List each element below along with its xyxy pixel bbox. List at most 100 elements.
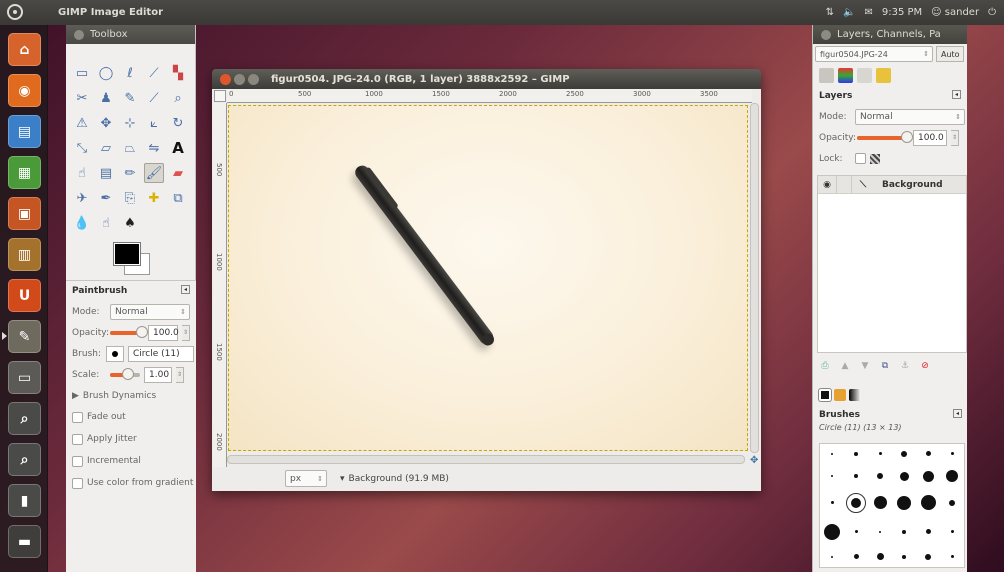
home-folder-icon[interactable]: ⌂ [8, 33, 41, 66]
eraser-icon[interactable]: ▰ [168, 163, 188, 183]
bucket-fill-icon[interactable]: ▤ [96, 163, 116, 183]
raise-layer-icon[interactable]: ▲ [839, 360, 851, 372]
apply-jitter-label[interactable]: Apply Jitter [87, 434, 137, 444]
clock[interactable]: 9:35 PM [882, 7, 922, 18]
blur-icon[interactable]: 💧 [72, 213, 92, 233]
layer-list[interactable]: ◉ ⟍ Background [817, 175, 967, 353]
layer-opacity-spinner[interactable]: ⇕ [951, 129, 959, 146]
dock-titlebar[interactable]: Layers, Channels, Pa [813, 25, 967, 44]
tab-layers[interactable] [819, 67, 834, 83]
ubuntu-one-icon[interactable]: U [8, 279, 41, 312]
brush-preset[interactable] [902, 529, 906, 534]
volume-icon[interactable]: 🔈 [843, 7, 855, 18]
image-window-titlebar[interactable]: figur0504. JPG-24.0 (RGB, 1 layer) 3888x… [212, 69, 761, 89]
visibility-eye-icon[interactable]: ◉ [818, 180, 836, 190]
opacity-spinner[interactable]: ⇕ [182, 324, 190, 341]
brush-preset[interactable] [950, 452, 954, 456]
brush-preset[interactable] [897, 495, 911, 510]
auto-button[interactable]: Auto [936, 46, 964, 62]
tab-gradients[interactable] [849, 389, 861, 401]
firefox-icon[interactable]: ◉ [8, 74, 41, 107]
brush-preset[interactable] [830, 501, 834, 505]
panel-menu-icon[interactable]: ◂ [952, 90, 961, 99]
tab-brushes[interactable] [819, 389, 831, 401]
brush-preset[interactable] [876, 553, 884, 561]
brush-preset[interactable] [854, 451, 858, 456]
navigate-icon[interactable]: ✥ [750, 455, 758, 466]
brush-preset[interactable] [877, 473, 883, 480]
dodge-burn-icon[interactable]: ♠ [120, 213, 140, 233]
toolbox-titlebar[interactable]: Toolbox [66, 25, 195, 44]
brush-preset[interactable] [899, 471, 909, 481]
new-layer-icon[interactable]: ⎙ [819, 360, 831, 372]
fg-bg-colors[interactable] [114, 243, 154, 277]
airbrush-icon[interactable]: ✈ [72, 188, 92, 208]
paintbrush-icon[interactable]: 🖌 [144, 163, 164, 183]
calc-icon[interactable]: ▦ [8, 156, 41, 189]
brush-preset[interactable] [831, 475, 833, 478]
brush-preset[interactable] [950, 555, 954, 559]
fuzzy-select-icon[interactable]: ⟋ [144, 63, 164, 83]
vertical-scrollbar[interactable] [750, 103, 759, 453]
layer-row[interactable]: ◉ ⟍ Background [818, 175, 966, 194]
use-gradient-label[interactable]: Use color from gradient [87, 478, 193, 488]
close-icon[interactable] [220, 73, 231, 85]
heal-icon[interactable]: ✚ [144, 188, 164, 208]
quick-mask-corner[interactable] [214, 90, 226, 102]
close-icon[interactable] [821, 29, 831, 40]
chain-toggle[interactable] [836, 175, 852, 194]
incremental-row[interactable]: Incremental [66, 450, 196, 472]
messages-icon[interactable]: ✉ [864, 7, 872, 18]
smudge-icon[interactable]: ☝ [96, 213, 116, 233]
horizontal-scrollbar[interactable] [227, 455, 745, 464]
brush-dynamics-label[interactable]: Brush Dynamics [83, 391, 156, 401]
layer-opacity-field[interactable]: 100.0 [913, 129, 947, 146]
brush-preset[interactable] [854, 530, 858, 534]
network-icon[interactable]: ⇅ [826, 7, 834, 18]
ellipse-select-icon[interactable]: ◯ [96, 63, 116, 83]
power-icon[interactable]: ⏻ [988, 7, 996, 18]
align-icon[interactable]: ⊹ [120, 113, 140, 133]
free-select-icon[interactable]: ℓ [120, 63, 140, 83]
crop-icon[interactable]: ⟀ [144, 113, 164, 133]
flip-icon[interactable]: ⇋ [144, 138, 164, 158]
duplicate-layer-icon[interactable]: ⧉ [879, 360, 891, 372]
brush-preset[interactable] [831, 555, 833, 558]
user-menu[interactable]: ☺ sander [931, 7, 979, 18]
close-icon[interactable] [74, 29, 84, 40]
brush-preset[interactable] [873, 496, 887, 510]
dash-apps-icon[interactable]: ⌕ [8, 443, 41, 476]
horizontal-ruler[interactable]: 0 500 1000 1500 2000 2500 3000 3500 [227, 89, 752, 103]
panel-menu-icon[interactable]: ◂ [953, 409, 962, 418]
opacity-value-field[interactable]: 100.0 [148, 324, 179, 341]
tab-patterns[interactable] [834, 389, 846, 401]
lower-layer-icon[interactable]: ▼ [859, 360, 871, 372]
scale-icon[interactable]: ⤡ [72, 138, 92, 158]
brush-preset[interactable] [925, 451, 931, 457]
foreground-color-swatch[interactable] [114, 243, 140, 265]
text-icon[interactable]: A [168, 138, 188, 158]
brush-grid[interactable] [819, 443, 965, 568]
workspace-switcher-icon[interactable]: ▭ [8, 361, 41, 394]
image-canvas[interactable] [228, 105, 748, 451]
rotate-icon[interactable]: ↻ [168, 113, 188, 133]
impress-icon[interactable]: ▣ [8, 197, 41, 230]
usb-drive-icon[interactable]: ▮ [8, 484, 41, 517]
maximize-icon[interactable] [248, 73, 259, 85]
clone-icon[interactable]: ⎘ [120, 188, 140, 208]
dash-home-icon[interactable] [7, 4, 23, 20]
scale-spinner[interactable]: ⇕ [176, 366, 184, 383]
dash-search-icon[interactable]: ⌕ [8, 402, 41, 435]
fade-out-row[interactable]: Fade out [66, 406, 196, 428]
ink-icon[interactable]: ✒ [96, 188, 116, 208]
brush-preset[interactable] [854, 474, 858, 479]
brush-preset[interactable] [950, 530, 954, 534]
color-picker-icon[interactable]: ⟋ [144, 88, 164, 108]
layer-name[interactable]: Background [882, 180, 943, 190]
scissors-icon[interactable]: ✂ [72, 88, 92, 108]
brush-preset[interactable] [920, 495, 936, 511]
unit-select[interactable]: px [285, 470, 327, 487]
gimp-icon[interactable]: ✎ [8, 320, 41, 353]
brush-dynamics-row[interactable]: ▶ Brush Dynamics [66, 385, 196, 406]
brush-preset[interactable] [824, 523, 840, 540]
